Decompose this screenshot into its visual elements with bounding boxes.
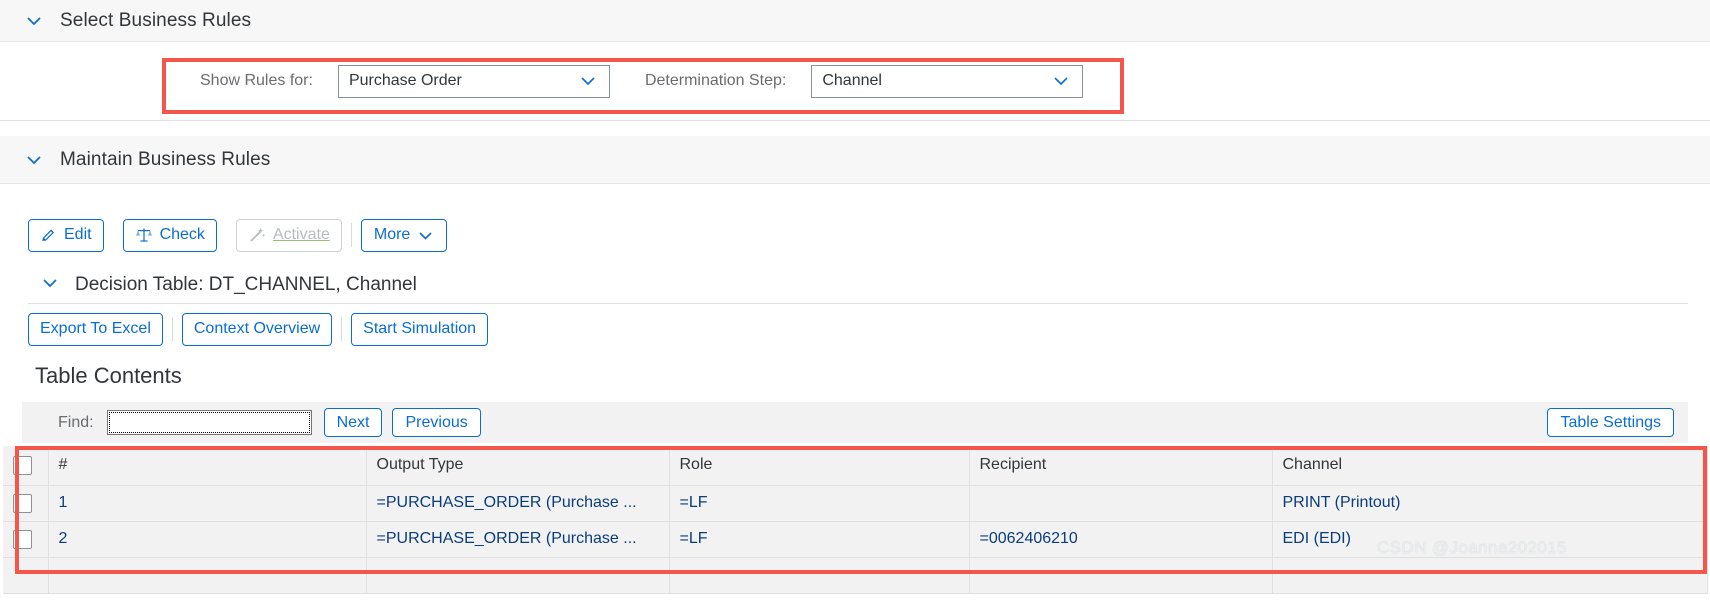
- section-header-decision-table[interactable]: Decision Table: DT_CHANNEL, Channel: [0, 268, 1710, 302]
- edit-button[interactable]: Edit: [28, 218, 104, 252]
- activate-button[interactable]: Activate: [235, 218, 342, 252]
- find-label: Find:: [58, 413, 94, 431]
- section-header-select-business-rules[interactable]: Select Business Rules: [0, 0, 1710, 42]
- context-overview-button[interactable]: Context Overview: [181, 312, 333, 346]
- filter-controls: Show Rules for: Purchase Order Determina…: [200, 42, 1084, 120]
- toolbar-separator: [350, 223, 352, 247]
- chevron-down-icon: [417, 227, 434, 244]
- section-title-decision-table: Decision Table: DT_CHANNEL, Channel: [75, 274, 417, 295]
- column-header-recipient[interactable]: Recipient: [969, 446, 1273, 486]
- divider: [0, 120, 1710, 121]
- cell-row-number: 1: [48, 485, 367, 522]
- find-bar: Find: Next Previous Table Settings: [22, 402, 1688, 443]
- chevron-down-icon[interactable]: [1050, 72, 1072, 90]
- scales-icon: [135, 226, 153, 244]
- sap-business-rules-screen: Select Business Rules Show Rules for: Pu…: [0, 0, 1710, 616]
- table-settings-button[interactable]: Table Settings: [1547, 408, 1674, 437]
- table-body: 1 =PURCHASE_ORDER (Purchase ... =LF PRIN…: [3, 485, 1708, 594]
- divider: [28, 303, 1688, 304]
- decision-table: # Output Type Role Recipient Channel 1 =…: [3, 446, 1708, 616]
- cell-role[interactable]: [669, 557, 970, 594]
- column-header-output-type[interactable]: Output Type: [366, 446, 670, 486]
- cell-channel[interactable]: PRINT (Printout): [1272, 485, 1708, 522]
- show-rules-for-select[interactable]: Purchase Order: [337, 64, 610, 98]
- table-row[interactable]: 1 =PURCHASE_ORDER (Purchase ... =LF PRIN…: [3, 485, 1708, 522]
- determination-step-select[interactable]: Channel: [811, 64, 1084, 98]
- column-header-role[interactable]: Role: [669, 446, 970, 486]
- check-button-label: Check: [159, 226, 205, 243]
- cell-output-type[interactable]: =PURCHASE_ORDER (Purchase ...: [366, 521, 670, 558]
- table-header: # Output Type Role Recipient Channel: [3, 446, 1708, 486]
- row-select-cell[interactable]: [3, 485, 49, 522]
- cell-row-number: 2: [48, 521, 367, 558]
- section-title-select-business-rules: Select Business Rules: [60, 9, 252, 31]
- table-row[interactable]: 2 =PURCHASE_ORDER (Purchase ... =LF =006…: [3, 521, 1708, 558]
- chevron-down-icon[interactable]: [40, 273, 60, 298]
- find-previous-label: Previous: [405, 413, 468, 431]
- table-contents-heading: Table Contents: [35, 363, 182, 388]
- cell-output-type[interactable]: [366, 557, 670, 594]
- select-all-checkbox[interactable]: [13, 455, 32, 475]
- chevron-down-icon[interactable]: [24, 11, 44, 31]
- rules-toolbar: Edit Check Activate More: [0, 218, 1710, 252]
- decision-table-grid: # Output Type Role Recipient Channel 1 =…: [3, 446, 1708, 594]
- cell-output-type[interactable]: =PURCHASE_ORDER (Purchase ...: [366, 485, 670, 522]
- section-title-maintain-business-rules: Maintain Business Rules: [60, 148, 271, 170]
- start-simulation-label: Start Simulation: [363, 320, 477, 337]
- cell-channel[interactable]: [1272, 557, 1708, 594]
- context-overview-label: Context Overview: [193, 320, 321, 337]
- toolbar-separator: [341, 317, 343, 341]
- column-header-number[interactable]: #: [48, 446, 367, 486]
- row-checkbox[interactable]: [13, 493, 32, 513]
- chevron-down-icon[interactable]: [24, 150, 44, 170]
- determination-step-label: Determination Step:: [644, 72, 787, 89]
- filter-area: Show Rules for: Purchase Order Determina…: [0, 42, 1710, 120]
- row-select-cell[interactable]: [3, 521, 49, 558]
- decision-table-toolbar: Export To Excel Context Overview Start S…: [0, 312, 1710, 346]
- row-select-cell[interactable]: [3, 557, 49, 594]
- more-button[interactable]: More: [360, 218, 448, 252]
- determination-step-value: Channel: [822, 72, 882, 89]
- section-header-maintain-business-rules[interactable]: Maintain Business Rules: [0, 136, 1710, 184]
- row-checkbox[interactable]: [13, 529, 32, 549]
- cell-row-number: [48, 557, 367, 594]
- cell-recipient[interactable]: [969, 485, 1273, 522]
- pencil-icon: [40, 227, 57, 244]
- cell-recipient[interactable]: =0062406210: [969, 521, 1273, 558]
- find-next-button[interactable]: Next: [323, 408, 383, 437]
- table-row[interactable]: [3, 557, 1708, 594]
- more-button-label: More: [373, 226, 411, 243]
- cell-role[interactable]: =LF: [669, 521, 970, 558]
- start-simulation-button[interactable]: Start Simulation: [351, 312, 489, 346]
- column-header-channel[interactable]: Channel: [1272, 446, 1708, 486]
- edit-button-label: Edit: [64, 226, 92, 243]
- export-to-excel-label: Export To Excel: [40, 320, 151, 337]
- toolbar-separator: [171, 317, 173, 341]
- magic-wand-icon: [248, 226, 266, 244]
- cell-channel[interactable]: EDI (EDI): [1272, 521, 1708, 558]
- find-next-label: Next: [336, 413, 370, 431]
- chevron-down-icon[interactable]: [577, 72, 599, 90]
- activate-button-label: Activate: [272, 226, 330, 243]
- select-all-header[interactable]: [3, 446, 49, 486]
- cell-recipient[interactable]: [969, 557, 1273, 594]
- table-header-row: # Output Type Role Recipient Channel: [3, 446, 1708, 486]
- show-rules-for-label: Show Rules for:: [200, 72, 313, 89]
- table-settings-label: Table Settings: [1560, 413, 1661, 431]
- show-rules-for-value: Purchase Order: [348, 72, 462, 89]
- find-input[interactable]: [106, 410, 312, 435]
- find-previous-button[interactable]: Previous: [392, 408, 481, 437]
- export-to-excel-button[interactable]: Export To Excel: [28, 312, 163, 346]
- cell-role[interactable]: =LF: [669, 485, 970, 522]
- check-button[interactable]: Check: [122, 218, 217, 252]
